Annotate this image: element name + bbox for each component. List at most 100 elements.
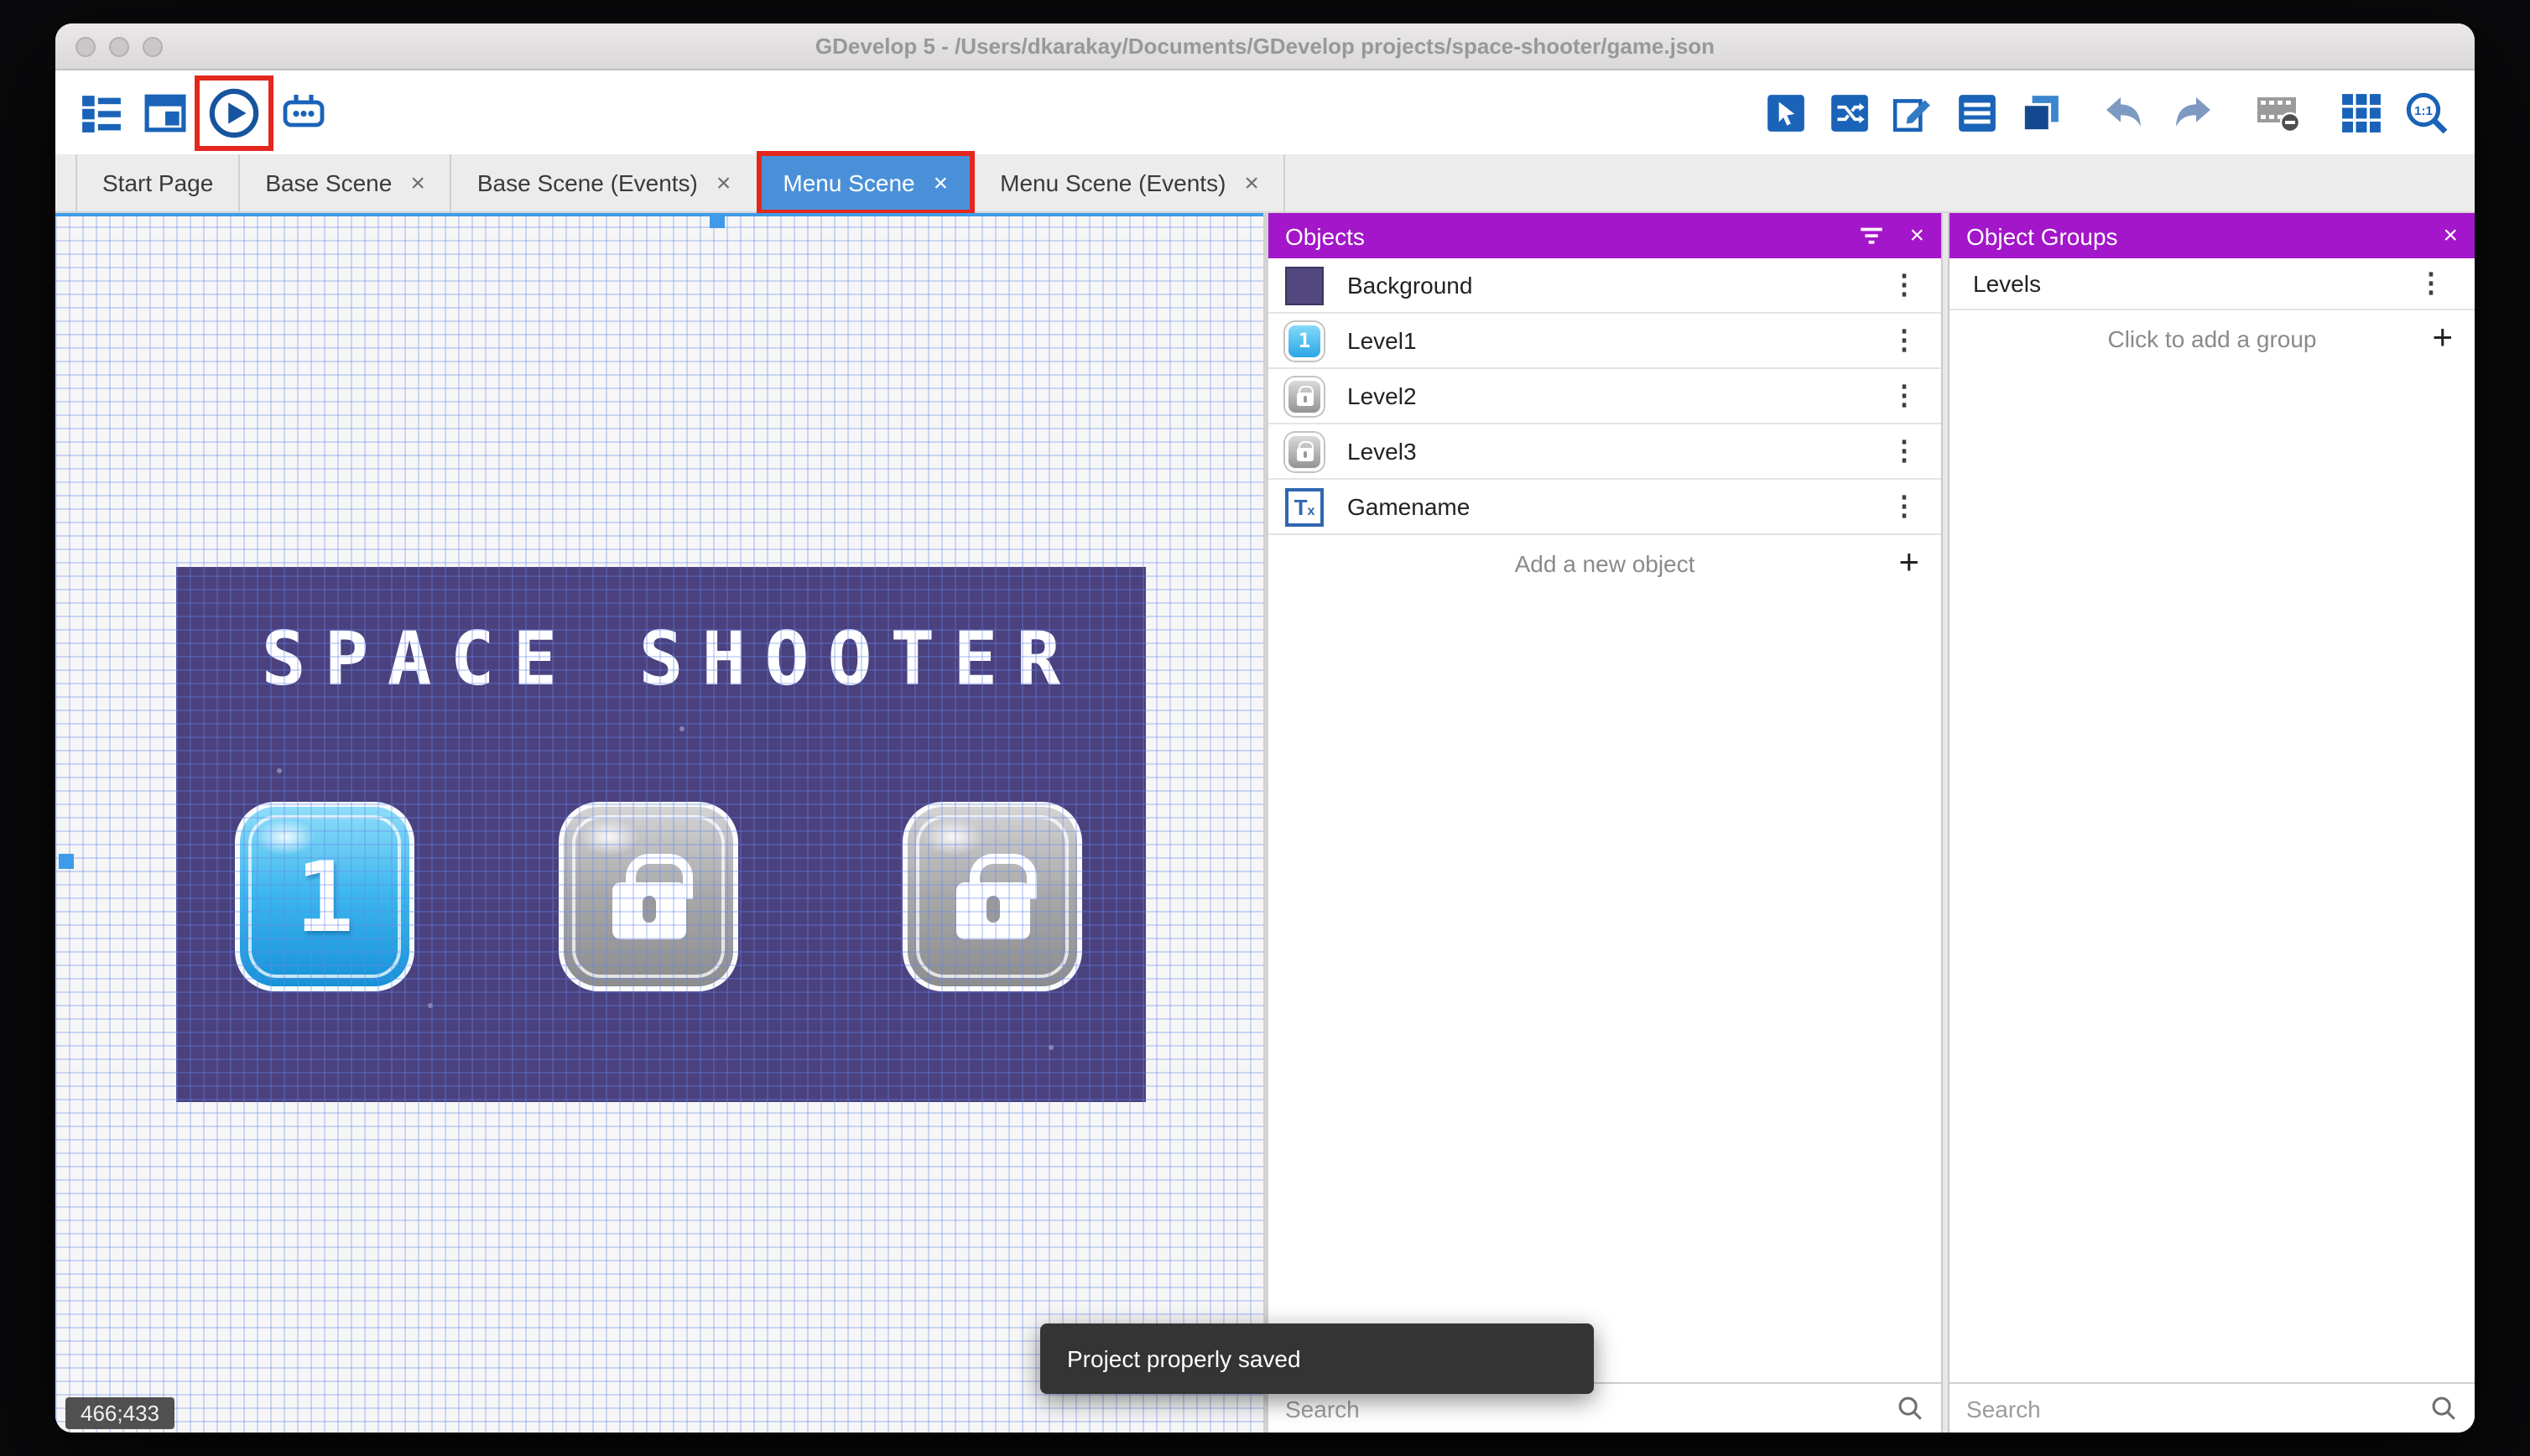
object-groups-editor-button[interactable] <box>1829 91 1871 133</box>
background-instance[interactable]: SPACE SHOOTER 1 <box>176 567 1146 1102</box>
objects-panel-close-button[interactable]: × <box>1909 221 1924 250</box>
zoom-button[interactable]: 1:1 <box>2404 90 2449 135</box>
object-groups-title: Object Groups <box>1966 222 2118 249</box>
text-object-icon: Tx <box>1285 487 1324 526</box>
scene-window-icon <box>144 93 186 132</box>
window-title: GDevelop 5 - /Users/dkarakay/Documents/G… <box>815 34 1715 59</box>
add-group-label: Click to add a group <box>2107 325 2317 351</box>
selection-top-edge <box>55 213 1263 216</box>
lock-icon <box>612 853 692 939</box>
toast-message: Project properly saved <box>1067 1345 1301 1372</box>
filter-button[interactable] <box>1857 221 1886 250</box>
redo-button[interactable] <box>2169 92 2216 133</box>
object-row-gamename[interactable]: Tx Gamename ⋮ <box>1268 480 1941 535</box>
plus-icon[interactable]: + <box>2432 318 2453 358</box>
object-row-level2[interactable]: Level2 ⋮ <box>1268 369 1941 424</box>
add-object-button[interactable]: Add a new object + <box>1268 535 1941 590</box>
screenshot-root: GDevelop 5 - /Users/dkarakay/Documents/G… <box>0 0 2530 1456</box>
tab-menu-scene-events[interactable]: Menu Scene (Events) × <box>975 154 1286 211</box>
object-menu-button[interactable]: ⋮ <box>1884 434 1924 468</box>
search-icon <box>1898 1396 1922 1420</box>
object-row-level1[interactable]: 1 Level1 ⋮ <box>1268 314 1941 369</box>
tab-close-icon[interactable]: × <box>716 169 731 197</box>
toggle-grid-button[interactable] <box>2340 91 2382 133</box>
layers-editor-button[interactable] <box>2020 91 2062 133</box>
text-icon-subglyph: x <box>1307 502 1315 517</box>
object-groups-icon <box>1831 94 1868 131</box>
tab-label: Menu Scene <box>783 169 915 196</box>
object-name: Level2 <box>1347 382 1417 409</box>
tab-label: Base Scene <box>265 169 393 196</box>
project-manager-button[interactable] <box>81 91 122 133</box>
filmstrip-minus-icon <box>2257 97 2301 133</box>
render-options-button[interactable] <box>2255 91 2302 134</box>
object-row-level3[interactable]: Level3 ⋮ <box>1268 424 1941 480</box>
level3-button-instance[interactable] <box>903 802 1082 991</box>
object-menu-button[interactable]: ⋮ <box>1884 490 1924 523</box>
tab-label: Menu Scene (Events) <box>1000 169 1226 196</box>
star-dot <box>277 768 282 773</box>
objects-search-input[interactable] <box>1285 1395 1882 1422</box>
undo-button[interactable] <box>2101 92 2147 133</box>
tab-label: Start Page <box>102 169 214 196</box>
tab-menu-scene[interactable]: Menu Scene × <box>756 151 976 215</box>
panels-divider[interactable] <box>1941 213 1950 1433</box>
layers-icon <box>2022 95 2059 132</box>
text-icon-glyph: T <box>1294 494 1308 519</box>
instances-list-button[interactable] <box>1956 91 1998 133</box>
object-menu-button[interactable]: ⋮ <box>1884 268 1924 302</box>
tab-close-icon[interactable]: × <box>1244 169 1259 197</box>
object-name: Level3 <box>1347 438 1417 465</box>
object-row-background[interactable]: Background ⋮ <box>1268 258 1941 314</box>
locked-button-icon <box>1285 377 1324 415</box>
objects-panel-title: Objects <box>1285 222 1365 249</box>
instances-list-icon <box>1959 94 1996 131</box>
groups-search-input[interactable] <box>1966 1395 2416 1422</box>
level1-button-instance[interactable]: 1 <box>235 802 414 991</box>
group-row-levels[interactable]: Levels ⋮ <box>1950 258 2475 310</box>
preview-play-button[interactable] <box>195 75 273 150</box>
tab-base-scene-events[interactable]: Base Scene (Events) × <box>452 154 758 211</box>
group-menu-button[interactable]: ⋮ <box>2411 267 2451 300</box>
groups-list: Levels ⋮ Click to add a group + <box>1950 258 2475 1382</box>
objects-panel-header: Objects × <box>1268 213 1941 258</box>
tab-close-icon[interactable]: × <box>410 169 425 197</box>
minimize-window-button[interactable] <box>109 36 129 56</box>
zoom-level-label: 1:1 <box>2414 103 2433 117</box>
object-name: Level1 <box>1347 327 1417 354</box>
cursor-coordinates: 466;433 <box>65 1397 174 1429</box>
scene-canvas[interactable]: SPACE SHOOTER 1 466;433 <box>55 213 1263 1433</box>
zoom-window-button[interactable] <box>143 36 163 56</box>
selection-handle-top[interactable] <box>710 213 725 228</box>
object-groups-header: Object Groups × <box>1950 213 2475 258</box>
undo-icon <box>2106 97 2141 127</box>
lock-icon <box>1296 440 1314 461</box>
add-group-button[interactable]: Click to add a group + <box>1950 310 2475 366</box>
lock-icon <box>955 853 1036 939</box>
background-swatch-icon <box>1285 266 1324 304</box>
tab-base-scene[interactable]: Base Scene × <box>240 154 452 211</box>
redo-icon <box>2176 97 2210 127</box>
debugger-button[interactable] <box>282 91 325 133</box>
tab-close-icon[interactable]: × <box>934 169 949 197</box>
plus-icon[interactable]: + <box>1898 543 1919 583</box>
close-window-button[interactable] <box>75 36 96 56</box>
macos-titlebar: GDevelop 5 - /Users/dkarakay/Documents/G… <box>55 23 2475 70</box>
object-menu-button[interactable]: ⋮ <box>1884 379 1924 413</box>
object-menu-button[interactable]: ⋮ <box>1884 324 1924 357</box>
editor-content: SPACE SHOOTER 1 466;433 Objects × Backgr… <box>55 213 2475 1433</box>
object-name: Background <box>1347 272 1473 299</box>
search-icon <box>2432 1396 2455 1420</box>
scene-title-text[interactable]: SPACE SHOOTER <box>176 617 1146 703</box>
star-dot <box>428 1003 433 1008</box>
button-shine <box>923 819 983 855</box>
scene-window-button[interactable] <box>144 91 186 133</box>
objects-editor-button[interactable] <box>1765 91 1807 133</box>
tab-start-page[interactable]: Start Page <box>75 154 241 211</box>
gdevelop-window: GDevelop 5 - /Users/dkarakay/Documents/G… <box>55 23 2475 1433</box>
traffic-lights <box>55 36 163 56</box>
selection-handle-left[interactable] <box>59 854 74 869</box>
properties-panel-button[interactable] <box>1892 91 1934 133</box>
object-groups-close-button[interactable]: × <box>2443 221 2458 250</box>
level2-button-instance[interactable] <box>559 802 738 991</box>
